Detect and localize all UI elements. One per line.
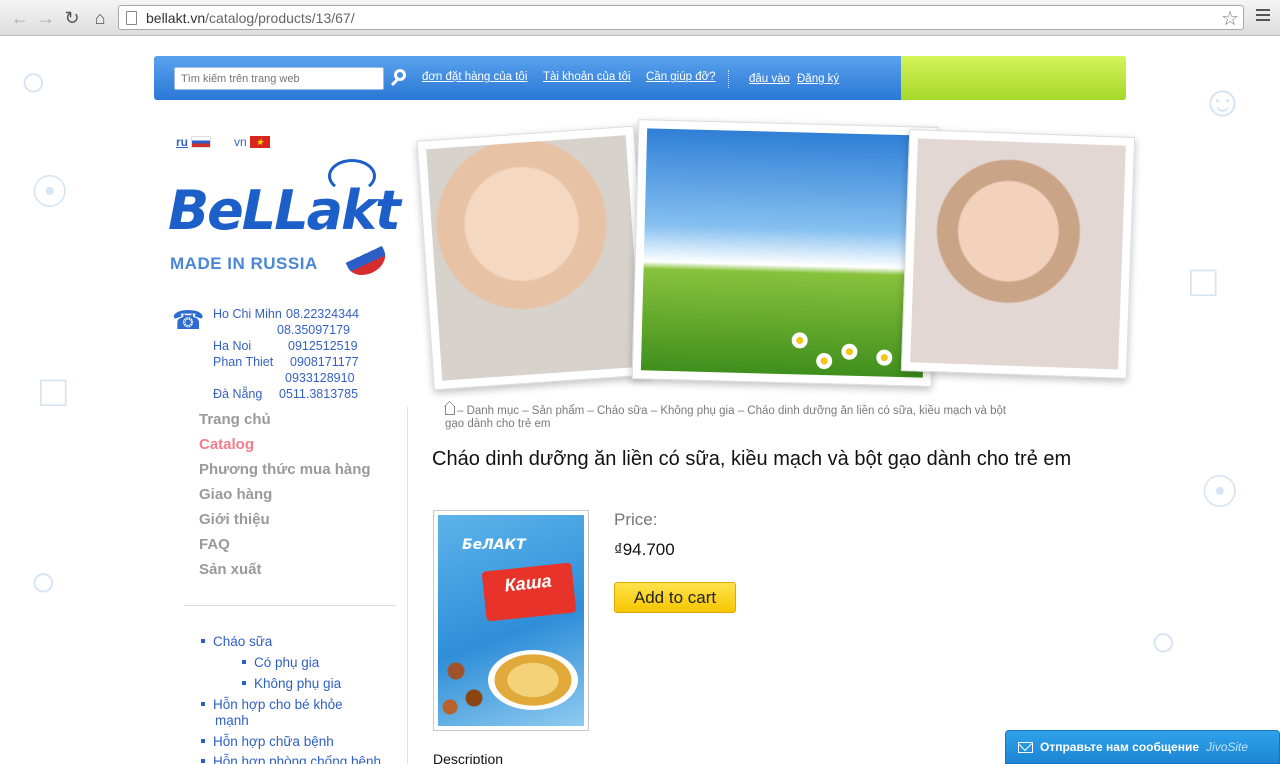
- breadcrumb-home-icon[interactable]: [445, 406, 455, 415]
- page-icon: [126, 11, 137, 25]
- mail-icon: [1018, 741, 1033, 753]
- menu-production[interactable]: Sản xuất: [199, 561, 262, 578]
- chat-widget[interactable]: Отправьте нам сообщение JivoSite: [1005, 730, 1280, 764]
- register-link[interactable]: Đăng ký: [797, 73, 839, 85]
- category-healthy-mix-cont[interactable]: mạnh: [215, 713, 249, 728]
- contact-hanoi-label: Ha Noi: [213, 339, 252, 353]
- category-co-phu-gia[interactable]: Có phụ gia: [242, 655, 319, 670]
- category-khong-phu-gia[interactable]: Không phụ gia: [242, 676, 341, 691]
- home-icon[interactable]: ⌂: [88, 6, 112, 30]
- shirt-doodle-icon: □: [40, 367, 67, 416]
- bookmark-star-icon[interactable]: ☆: [1221, 6, 1239, 31]
- menu-divider: [184, 605, 396, 606]
- logo-flag-swoosh: [341, 236, 391, 282]
- menu-about[interactable]: Giới thiệu: [199, 511, 270, 528]
- search-input[interactable]: [174, 67, 384, 90]
- my-orders-link[interactable]: đơn đặt hàng của tôi: [422, 71, 527, 83]
- price-label: Price:: [614, 510, 658, 529]
- menu-faq[interactable]: FAQ: [199, 536, 230, 553]
- menu-home[interactable]: Trang chủ: [199, 411, 271, 428]
- topbar-divider: [728, 70, 729, 88]
- reload-icon[interactable]: ↻: [60, 6, 84, 30]
- chat-brand: JivoSite: [1206, 740, 1249, 754]
- photo-mother-with-baby: [900, 129, 1136, 379]
- breadcrumb[interactable]: – Danh mục – Sản phẩm – Cháo sữa – Không…: [445, 405, 1085, 431]
- contact-phanthiet-phone-1: 0908171177: [290, 355, 359, 369]
- menu-payment-methods[interactable]: Phương thức mua hàng: [199, 461, 371, 478]
- search-icon[interactable]: [389, 68, 409, 88]
- product-image[interactable]: БеЛАКТ Каша: [433, 510, 589, 731]
- contact-phanthiet-label: Phan Thiet: [213, 355, 274, 369]
- logo-brand: BeLLakt: [168, 179, 401, 242]
- chat-message-label: Отправьте нам сообщение: [1040, 740, 1200, 754]
- category-chao-sua[interactable]: Cháo sữa: [201, 634, 272, 649]
- photo-meadow-landscape: [631, 119, 939, 387]
- my-account-link[interactable]: Tài khoản của tôi: [543, 71, 631, 83]
- menu-catalog[interactable]: Catalog: [199, 436, 254, 453]
- bottle-doodle-icon: ☉: [30, 168, 70, 217]
- top-navigation-bar: đơn đặt hàng của tôi Tài khoản của tôi C…: [154, 56, 1126, 100]
- login-link[interactable]: đâu vào: [749, 73, 790, 85]
- russia-flag-icon: [191, 136, 211, 148]
- column-divider: [407, 407, 408, 764]
- bellakt-logo[interactable]: BeLLakt MADE IN RUSSIA: [168, 159, 401, 289]
- contact-hcm-phone-2: 08.35097179: [277, 323, 350, 337]
- photo-mother-kissing-baby: [416, 125, 652, 391]
- category-treatment-mix[interactable]: Hỗn hợp chữa bệnh: [201, 734, 334, 749]
- back-icon[interactable]: ←: [8, 6, 32, 30]
- forward-icon[interactable]: →: [34, 6, 58, 30]
- contact-phanthiet-phone-2: 0933128910: [285, 371, 355, 385]
- contact-hanoi-phone: 0912512519: [288, 339, 358, 353]
- contact-danang-label: Đà Nẵng: [213, 387, 263, 401]
- language-vn[interactable]: vn ★: [234, 135, 270, 149]
- browser-toolbar: ← → ↻ ⌂ bellakt.vn/catalog/products/13/6…: [0, 0, 1280, 36]
- topbar-green-panel: [901, 56, 1126, 100]
- page-body: ○ ☉ □ ○ ☺ □ ☉ ○ đơn đặt hàng của tôi Tài…: [0, 37, 1280, 764]
- category-healthy-mix[interactable]: Hỗn hợp cho bé khỏe: [201, 697, 343, 712]
- menu-delivery[interactable]: Giao hàng: [199, 486, 272, 503]
- phone-icon: ☎: [172, 305, 205, 335]
- pacifier-doodle-icon-2: ☉: [1200, 468, 1240, 517]
- contact-danang-phone: 0511.3813785: [279, 387, 359, 401]
- vietnam-flag-icon: ★: [249, 136, 270, 148]
- logo-tagline: MADE IN RUSSIA: [170, 254, 318, 273]
- diaper-doodle-icon: □: [1190, 257, 1217, 306]
- bib-doodle-icon: ☺: [1200, 77, 1245, 126]
- spoon-doodle-icon: ○: [30, 557, 57, 606]
- product-title: Cháo dinh dưỡng ăn liền có sữa, kiều mạc…: [432, 448, 1072, 470]
- address-bar[interactable]: bellakt.vn/catalog/products/13/67/ ☆: [118, 5, 1244, 30]
- product-box-illustration: БеЛАКТ Каша: [438, 515, 584, 726]
- product-price: ₫94.700: [614, 540, 675, 559]
- contact-hcm-phone-1: 08.22324344: [286, 307, 359, 321]
- pacifier-doodle-icon: ○: [20, 57, 47, 106]
- help-link[interactable]: Cần giúp đỡ?: [646, 71, 716, 83]
- url-text: bellakt.vn/catalog/products/13/67/: [146, 10, 355, 26]
- language-ru[interactable]: ru: [176, 135, 211, 149]
- category-prevention-mix[interactable]: Hỗn hợp phòng chống bệnh: [201, 754, 381, 764]
- contact-hcm-label: Ho Chi Mihn: [213, 307, 282, 321]
- browser-menu-icon[interactable]: [1256, 9, 1270, 21]
- description-heading: Description: [433, 751, 504, 764]
- duck-doodle-icon: ○: [1150, 617, 1177, 666]
- add-to-cart-button[interactable]: Add to cart: [614, 582, 736, 613]
